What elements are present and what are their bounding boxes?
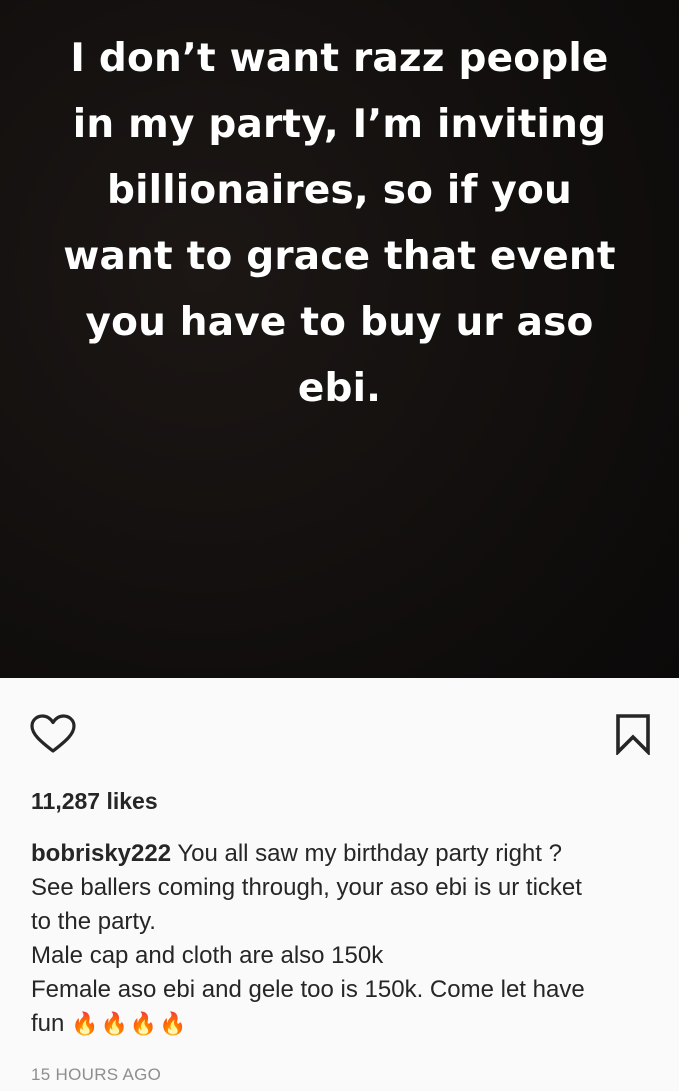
caption-line: Male cap and cloth are also 150k: [31, 942, 384, 969]
post-timestamp: 15 HOURS AGO: [31, 1065, 162, 1084]
caption-line: fun 🔥🔥🔥🔥: [31, 1007, 656, 1041]
caption-text: fun: [31, 1010, 65, 1037]
caption-line: to the party.: [31, 908, 156, 935]
action-bar: [0, 700, 679, 764]
story-line: want to grace that event: [63, 234, 616, 279]
post-image[interactable]: I don’t want razz people in my party, I’…: [0, 0, 679, 678]
caption-line: See ballers coming through, your aso ebi…: [31, 874, 582, 901]
fire-emoji: 🔥🔥🔥🔥: [71, 1011, 189, 1036]
story-line: ebi.: [297, 366, 382, 411]
caption-text: You all saw my birthday party right ?: [177, 840, 562, 867]
heart-outline-icon: [30, 714, 76, 753]
story-line: I don’t want razz people: [70, 36, 609, 81]
username-link[interactable]: bobrisky222: [31, 840, 171, 867]
bookmark-outline-icon: [616, 714, 650, 755]
instagram-post: I don’t want razz people in my party, I’…: [0, 0, 679, 1091]
caption: bobrisky222 You all saw my birthday part…: [31, 837, 656, 1041]
story-line: you have to buy ur aso: [85, 300, 594, 345]
story-line: in my party, I’m inviting: [72, 102, 607, 147]
likes-count[interactable]: 11,287 likes: [31, 788, 158, 815]
save-button[interactable]: [610, 712, 656, 756]
caption-line: bobrisky222 You all saw my birthday part…: [31, 837, 656, 871]
story-line: billionaires, so if you: [106, 168, 572, 213]
caption-line: Female aso ebi and gele too is 150k. Com…: [31, 976, 585, 1003]
story-text: I don’t want razz people in my party, I’…: [20, 26, 659, 422]
like-button[interactable]: [29, 712, 77, 756]
